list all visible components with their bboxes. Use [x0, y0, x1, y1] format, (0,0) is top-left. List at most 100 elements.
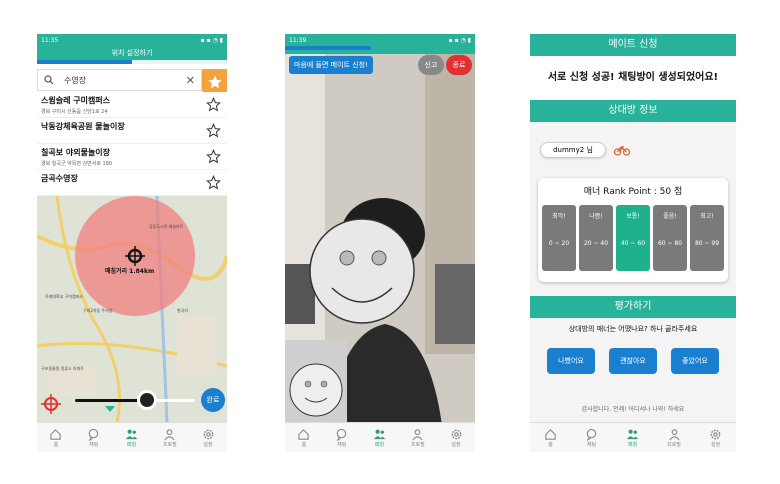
report-button[interactable]: 신고 [418, 55, 444, 75]
distance-label: 매칭거리 1.84km [105, 268, 155, 275]
tab-indicator [37, 60, 227, 64]
result-name: 낙동강체육공원 물놀이장 [41, 122, 125, 131]
rank-grid: 최악! 0 ~ 20 나쁨! 20 ~ 40 보통! 40 ~ 60 좋음! 60 ~ … [538, 205, 728, 271]
clear-icon[interactable]: ✕ [186, 74, 195, 87]
list-item[interactable]: 칠곡보 야외물놀이장 경북 칠곡군 약목면 강변서로 180 [37, 144, 227, 170]
nav-label: 채팅 [89, 441, 99, 448]
nav-matching[interactable]: 매칭 [373, 428, 386, 448]
map-label: 공동도시락 예슬마트 [149, 224, 184, 229]
list-item[interactable]: 낙동강체육공원 물놀이장 [37, 118, 227, 144]
result-name: 스윔슬레 구미캠퍼스 [41, 96, 111, 105]
success-message: 서로 신청 성공! 채팅방이 생성되었어요! [530, 56, 736, 100]
rank-level-selected: 보통! 40 ~ 60 [616, 205, 650, 271]
nav-settings[interactable]: 설정 [709, 428, 722, 448]
nav-home[interactable]: 홈 [544, 428, 557, 448]
map-label: 봉곡리 [177, 308, 189, 313]
nav-home[interactable]: 홈 [49, 428, 62, 448]
nav-label: 매칭 [627, 441, 638, 448]
nav-profile[interactable]: 프로필 [163, 428, 177, 448]
rate-okay-button[interactable]: 괜찮아요 [609, 348, 657, 374]
evaluate-options: 나빴어요 괜찮아요 좋았어요 [530, 348, 736, 374]
rank-label: 보통! [626, 213, 640, 220]
nav-matching[interactable]: 매칭 [125, 428, 138, 448]
status-bar: 11:35 ▪ ▪ ◔ ▮ [37, 34, 227, 46]
mate-request-button[interactable]: 마음에 들면 메이트 신청! [289, 56, 373, 74]
smiley-face-mask-icon [309, 218, 415, 324]
star-icon [207, 75, 222, 89]
home-icon [50, 428, 62, 440]
star-outline-icon[interactable] [206, 123, 221, 138]
people-icon [125, 429, 138, 439]
thanks-message: 감사합니다. 언제! 어디서나 나와! 하세요 [581, 406, 685, 413]
people-icon [373, 429, 386, 439]
nav-label: 홈 [301, 441, 307, 448]
nav-label: 설정 [710, 441, 721, 448]
nav-label: 채팅 [337, 441, 347, 448]
nav-home[interactable]: 홈 [297, 428, 310, 448]
result-address: 경북 구미시 산동읍 신당1로 24 [41, 109, 108, 115]
manner-rank-card: 매너 Rank Point : 50 점 최악! 0 ~ 20 나쁨! 20 ~ 4… [538, 178, 728, 282]
home-icon [298, 428, 310, 440]
rank-range: 20 ~ 40 [583, 240, 609, 247]
map-label: 구미2차동 주자방 [83, 308, 113, 313]
rank-range: 0 ~ 20 [548, 240, 570, 247]
rate-bad-button[interactable]: 나빴어요 [547, 348, 595, 374]
list-item[interactable]: 금곡수영장 [37, 170, 227, 196]
person-icon [668, 428, 680, 440]
nav-label: 채팅 [586, 441, 597, 448]
mate-request-header: 메이트 신청 [530, 34, 736, 56]
nav-label: 프로필 [410, 441, 425, 448]
result-address: 경북 칠곡군 약목면 강변서로 180 [41, 161, 113, 167]
end-call-button[interactable]: 종료 [446, 55, 472, 75]
star-outline-icon[interactable] [206, 97, 221, 112]
rank-level: 좋음! 60 ~ 80 [653, 205, 687, 271]
nav-label: 매칭 [126, 441, 137, 448]
rate-good-button[interactable]: 좋았어요 [671, 348, 719, 374]
map-label: 옥계대학교 구미캠퍼스 [45, 294, 84, 299]
page-title: 위치 설정하기 [111, 49, 153, 57]
nav-label: 매칭 [374, 441, 385, 448]
person-icon [412, 428, 423, 440]
chat-icon [88, 428, 99, 441]
nav-chat[interactable]: 채팅 [335, 428, 348, 448]
home-icon [545, 428, 556, 440]
nav-profile[interactable]: 프로필 [411, 428, 425, 448]
nav-label: 홈 [53, 441, 59, 448]
list-item[interactable]: 스윔슬레 구미캠퍼스 경북 구미시 산동읍 신당1로 24 [37, 92, 227, 118]
rank-title: 매너 Rank Point : 50 점 [583, 187, 683, 197]
nav-label: 프로필 [667, 441, 681, 448]
nav-label: 홈 [548, 441, 553, 448]
star-outline-icon[interactable] [206, 149, 221, 164]
search-results: 스윔슬레 구미캠퍼스 경북 구미시 산동읍 신당1로 24 낙동강체육공원 물놀… [37, 92, 227, 196]
nav-settings[interactable]: 설정 [450, 428, 463, 448]
nav-matching[interactable]: 매칭 [626, 428, 639, 448]
rank-label: 나쁨! [589, 213, 603, 220]
gear-icon [203, 429, 213, 439]
nav-label: 프로필 [162, 441, 177, 448]
self-video-preview [285, 340, 347, 422]
star-outline-icon[interactable] [206, 175, 221, 190]
mate-result-screen: 메이트 신청 서로 신청 성공! 채팅방이 생성되었어요! 상대방 정보 dum… [530, 34, 736, 452]
opponent-profile: dummy2 님 [540, 142, 630, 158]
done-button[interactable]: 완료 [201, 388, 225, 412]
header: 11:35 ▪ ▪ ◔ ▮ 위치 설정하기 [37, 34, 227, 60]
nav-profile[interactable]: 프로필 [667, 428, 681, 448]
rank-label: 최악! [552, 213, 566, 220]
bottom-navigation: 홈 채팅 매칭 프로필 설정 [37, 422, 227, 452]
small-smiley-icon [285, 340, 347, 422]
person-icon [164, 428, 175, 440]
opponent-name: dummy2 님 [540, 142, 606, 158]
people-icon [627, 429, 639, 439]
gear-icon [710, 429, 721, 439]
opponent-info-header: 상대방 정보 [530, 100, 736, 122]
search-value: 수영장 [64, 75, 87, 85]
nav-chat[interactable]: 채팅 [87, 428, 100, 448]
search-input[interactable]: 수영장 ✕ [37, 69, 202, 91]
slider-handle[interactable] [137, 390, 157, 410]
chat-icon [586, 428, 597, 441]
nav-settings[interactable]: 설정 [202, 428, 215, 448]
distance-slider[interactable] [37, 384, 227, 420]
rank-level: 최고! 80 ~ 99 [690, 205, 724, 271]
evaluate-header: 평가하기 [530, 296, 736, 318]
nav-chat[interactable]: 채팅 [585, 428, 598, 448]
